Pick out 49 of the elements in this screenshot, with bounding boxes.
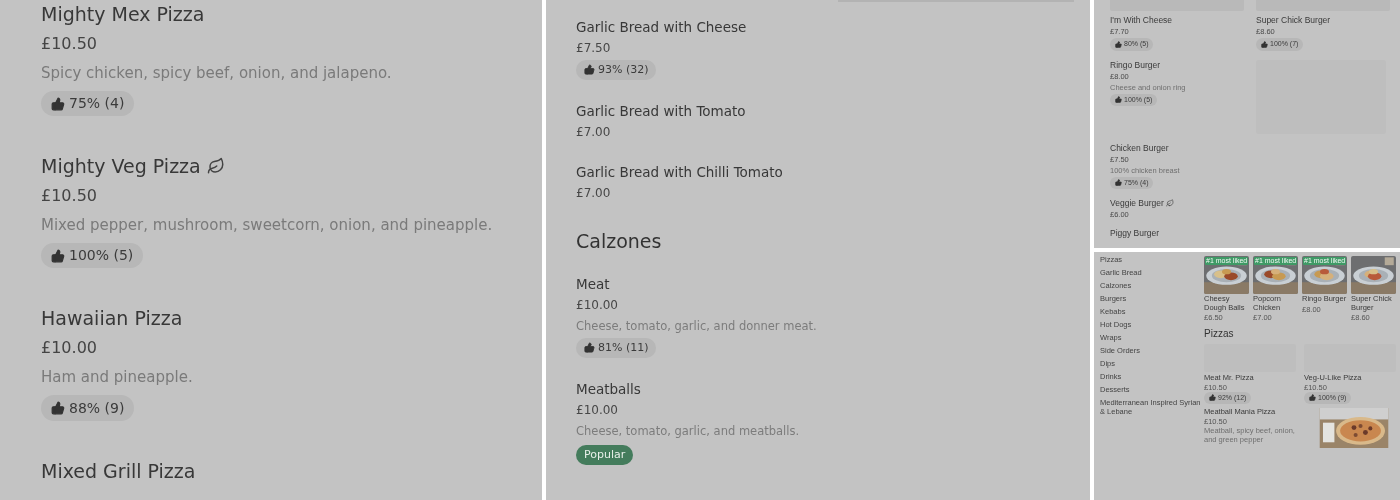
thumbs-up-icon	[1308, 394, 1316, 402]
item-price: £7.50	[576, 40, 611, 57]
item-description: Ham and pineapple.	[41, 367, 193, 389]
item-name: Veggie Burger	[1110, 198, 1174, 209]
section-heading: Pizzas	[1204, 328, 1235, 340]
popular-badge: Popular	[576, 444, 634, 465]
item-description: Mixed pepper, mushroom, sweetcorn, onion, and pineapple.	[41, 215, 493, 237]
item-name: I'm With Cheese	[1110, 15, 1173, 25]
item-price: £10.00	[41, 337, 97, 360]
thumbs-up-icon	[1114, 40, 1122, 48]
thumbs-up-icon	[1208, 394, 1216, 402]
item-name: Piggy Burger	[1110, 228, 1160, 239]
thumbs-up-icon	[50, 96, 65, 111]
thumbs-up-icon	[50, 248, 65, 263]
thumbs-up-icon	[1114, 179, 1122, 187]
item-name: Mixed Grill Pizza	[41, 458, 196, 483]
item-name: Ringo Burger	[1110, 59, 1161, 70]
section-heading: Calzones	[576, 228, 663, 253]
item-name: Meat	[576, 274, 610, 293]
item-description: Cheese, tomato, garlic, and meatballs.	[576, 422, 800, 440]
item-price: £10.00	[576, 296, 618, 314]
item-name: Mighty Veg Pizza	[41, 154, 225, 179]
leaf-icon	[1165, 199, 1174, 208]
item-name: Chicken Burger	[1110, 142, 1169, 153]
thumbs-up-icon	[583, 342, 595, 354]
item-description: Cheese, tomato, garlic, and donner meat.	[576, 317, 817, 335]
item-price: £7.00	[576, 123, 611, 141]
item-name: Garlic Bread with Tomato	[576, 101, 746, 120]
item-name: Mighty Mex Pizza	[41, 2, 205, 26]
rating-badge: 88% (9)	[41, 395, 135, 421]
thumbs-up-icon	[50, 400, 65, 415]
rating-badge: 100% (5)	[41, 243, 144, 269]
item-name: Garlic Bread with Chilli Tomato	[576, 162, 783, 181]
thumbs-up-icon	[1114, 96, 1122, 104]
rating-badge: 75% (4)	[41, 91, 135, 117]
item-name: Meatballs	[576, 379, 641, 398]
thumbs-up-icon	[583, 64, 595, 76]
rating-badge: 93% (32)	[576, 60, 657, 80]
rating-badge: 81% (11)	[576, 337, 657, 358]
item-price: £7.00	[576, 184, 611, 202]
item-name: Garlic Bread with Cheese	[576, 18, 747, 36]
item-price: £10.50	[41, 33, 97, 55]
item-name: Hawaiian Pizza	[41, 306, 183, 331]
leaf-icon	[206, 157, 225, 176]
item-name: Super Chick Burger	[1256, 15, 1331, 25]
thumbs-up-icon	[1260, 40, 1268, 48]
item-price: £10.50	[41, 185, 97, 208]
item-description: Spicy chicken, spicy beef, onion, and jalapeno.	[41, 63, 392, 84]
item-price: £10.00	[576, 401, 618, 419]
